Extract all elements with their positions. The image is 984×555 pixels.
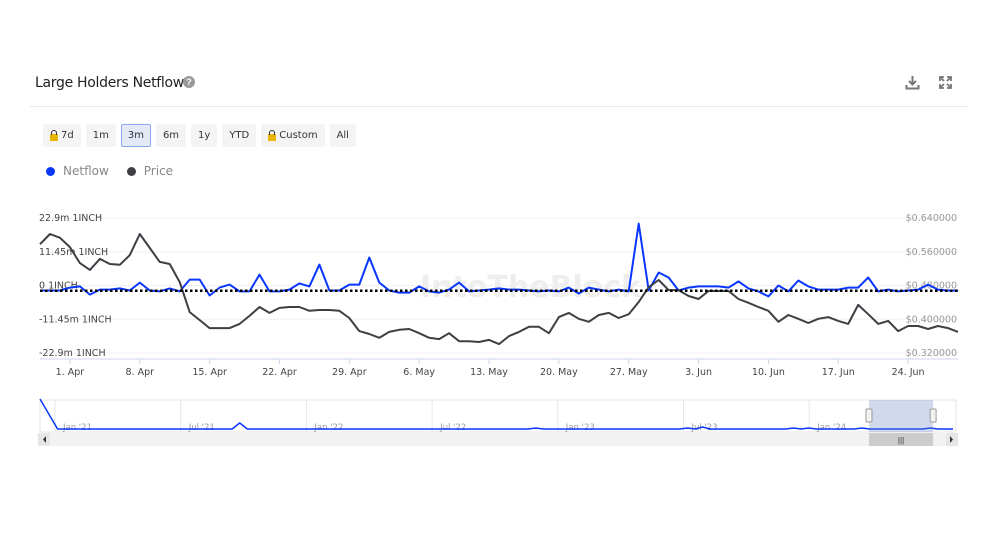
navigator-handle[interactable]: [865, 408, 873, 423]
y-left-tick-label: -11.45m 1INCH: [39, 314, 112, 325]
x-tick-label: 27. May: [610, 367, 648, 378]
x-tick-label: 8. Apr: [126, 367, 155, 378]
y-right-tick-label: $0.560000: [906, 247, 957, 258]
navigator-label: Jul '22: [439, 423, 466, 433]
y-left-tick-label: 22.9m 1INCH: [39, 213, 102, 224]
navigator-label: Jan '22: [313, 423, 343, 433]
y-right-tick-label: $0.320000: [906, 348, 957, 359]
y-left-tick-label: -22.9m 1INCH: [39, 348, 106, 359]
x-tick-label: 15. Apr: [192, 367, 227, 378]
x-tick-label: 6. May: [403, 367, 435, 378]
x-tick-label: 24. Jun: [892, 367, 925, 378]
navigator-handle[interactable]: [929, 408, 937, 423]
x-tick-label: 22. Apr: [262, 367, 297, 378]
navigator-selection: [868, 400, 934, 432]
chart-svg: IntoTheBlock22.9m 1INCH $0.64000011.45m 1…: [38, 213, 959, 446]
x-tick-label: 3. Jun: [685, 367, 712, 378]
grip-icon: |||: [898, 436, 904, 445]
x-tick-label: 29. Apr: [332, 367, 367, 378]
navigator-label: Jan '21: [62, 423, 92, 433]
x-tick-label: 17. Jun: [822, 367, 855, 378]
large-holders-netflow-widget: Large Holders Netflow ? 7d 1m 3m 6m 1y Y…: [0, 0, 984, 555]
y-right-tick-label: $0.640000: [906, 213, 957, 224]
navigator-label: Jan '24: [816, 423, 846, 433]
scrollbar-track[interactable]: [38, 433, 958, 446]
x-tick-label: 10. Jun: [752, 367, 785, 378]
x-tick-label: 20. May: [540, 367, 578, 378]
x-tick-label: 1. Apr: [56, 367, 85, 378]
navigator-label: Jan '23: [565, 423, 595, 433]
y-right-tick-label: $0.400000: [906, 314, 957, 325]
navigator-label: Jul '21: [188, 423, 215, 433]
x-tick-label: 13. May: [470, 367, 508, 378]
